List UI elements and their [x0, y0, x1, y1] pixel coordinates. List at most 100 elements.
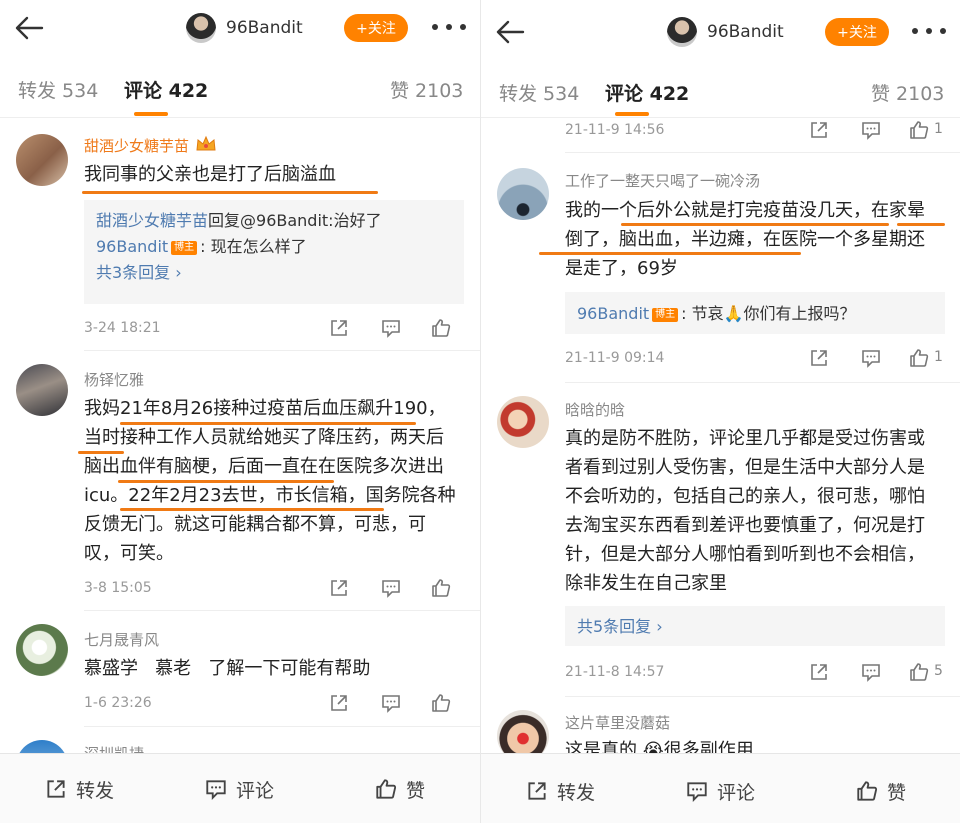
reply-box[interactable]: 甜酒少女糖芋苗回复@96Bandit:治好了 96Bandit 博主: 现在怎么样… [84, 200, 464, 304]
comment-actions: 1 [808, 347, 943, 371]
tab-active-indicator [615, 112, 649, 116]
comment-button[interactable]: 评论 [204, 776, 274, 802]
comment-time: 3-8 15:05 [84, 580, 152, 596]
chevron-right-icon: › [175, 263, 182, 282]
comment-actions [328, 692, 462, 716]
reply-author[interactable]: 96Bandit [577, 304, 649, 323]
poster-avatar[interactable] [667, 17, 697, 47]
poster-info[interactable]: 96Bandit [667, 16, 784, 48]
like-count: 5 [934, 663, 943, 679]
reply-author[interactable]: 96Bandit [96, 237, 168, 256]
highlight-underline [621, 223, 889, 226]
back-arrow-icon[interactable] [493, 14, 529, 50]
like-icon[interactable] [908, 661, 930, 683]
comment-icon[interactable] [860, 661, 882, 683]
bottom-action-bar: 转发 评论 赞 [481, 753, 960, 823]
bottom-action-bar: 转发 评论 赞 [0, 753, 480, 823]
comment-actions: 1 [808, 119, 943, 143]
share-icon[interactable] [328, 317, 350, 339]
like-icon[interactable] [908, 119, 930, 141]
more-dots-icon[interactable] [432, 20, 466, 34]
divider [84, 726, 480, 727]
comment-icon[interactable] [380, 317, 402, 339]
reply-author[interactable]: 甜酒少女糖芋苗 [96, 211, 208, 230]
follow-button[interactable]: +关注 [344, 14, 408, 42]
top-bar: 96Bandit +关注 [481, 0, 960, 58]
tab-bar: 转发 534 评论 422 赞 2103 [0, 62, 480, 118]
comment-author[interactable]: 七月晟青风 [84, 629, 159, 650]
like-button[interactable]: 赞 [374, 776, 425, 802]
repost-button[interactable]: 转发 [525, 778, 595, 804]
divider [565, 696, 960, 697]
more-replies-link[interactable]: 共5条回复 › [577, 617, 663, 636]
share-icon [528, 782, 546, 800]
comment-text: 慕盛学 慕老 了解一下可能有帮助 [84, 658, 371, 679]
tab-repost[interactable]: 转发 534 [18, 76, 98, 103]
share-icon[interactable] [328, 577, 350, 599]
repost-button[interactable]: 转发 [44, 776, 114, 802]
comment-list: 甜酒少女糖芋苗 我同事的父亲也是打了后脑溢血 甜酒少女糖芋苗回复@96Bandi… [0, 118, 480, 753]
tab-active-indicator [134, 112, 168, 116]
comment-author[interactable]: 杨铎忆雅 [84, 369, 144, 390]
divider [84, 350, 480, 351]
comment-author[interactable]: 晗晗的晗 [565, 399, 625, 420]
share-icon[interactable] [808, 661, 830, 683]
like-button[interactable]: 赞 [855, 778, 906, 804]
tab-bar: 转发 534 评论 422 赞 2103 [481, 62, 960, 118]
avatar[interactable] [16, 134, 68, 186]
tab-like[interactable]: 赞 2103 [871, 79, 944, 106]
comment-actions [328, 577, 462, 601]
right-screenshot: 96Bandit +关注 转发 534 评论 422 赞 2103 21-11-… [480, 0, 960, 823]
avatar[interactable] [16, 364, 68, 416]
tab-comment[interactable]: 评论 422 [605, 79, 689, 106]
like-icon[interactable] [908, 347, 930, 369]
comment-button[interactable]: 评论 [685, 778, 755, 804]
share-icon[interactable] [808, 347, 830, 369]
more-replies-link[interactable]: 共3条回复 › [96, 260, 452, 286]
avatar[interactable] [16, 740, 68, 753]
like-icon [376, 779, 397, 799]
like-icon[interactable] [430, 577, 452, 599]
tab-comment[interactable]: 评论 422 [124, 76, 208, 103]
avatar[interactable] [16, 624, 68, 676]
comment-author[interactable]: 甜酒少女糖芋苗 [84, 135, 217, 156]
share-icon [47, 780, 65, 798]
like-icon[interactable] [430, 317, 452, 339]
comment-author[interactable]: 工作了一整天只喝了一碗冷汤 [565, 170, 760, 191]
poster-username[interactable]: 96Bandit [707, 22, 784, 42]
tab-like[interactable]: 赞 2103 [390, 76, 463, 103]
comment-text: 我同事的父亲也是打了后脑溢血 [84, 164, 336, 185]
share-icon[interactable] [808, 119, 830, 141]
comment-icon[interactable] [860, 119, 882, 141]
blogger-badge: 博主 [171, 241, 198, 255]
reply-box[interactable]: 96Bandit 博主: 节哀🙏你们有上报吗？ [565, 292, 945, 334]
avatar[interactable] [497, 168, 549, 220]
blogger-badge: 博主 [652, 308, 679, 322]
avatar[interactable] [497, 396, 549, 448]
comment-text: 真的是防不胜防，评论里几乎都是受过伤害或者看到过别人受伤害，但是生活中大部分人是… [565, 428, 925, 594]
more-dots-icon[interactable] [912, 24, 946, 38]
comment-icon[interactable] [860, 347, 882, 369]
poster-info[interactable]: 96Bandit [186, 12, 303, 44]
comment-author[interactable]: 深圳凯捷 [84, 743, 144, 753]
like-icon[interactable] [430, 692, 452, 714]
back-arrow-icon[interactable] [12, 10, 48, 46]
poster-avatar[interactable] [186, 13, 216, 43]
reply-line: 96Bandit 博主: 现在怎么样了 [96, 237, 307, 256]
follow-button[interactable]: +关注 [825, 18, 889, 46]
reply-box[interactable]: 共5条回复 › [565, 606, 945, 646]
tab-repost[interactable]: 转发 534 [499, 79, 579, 106]
comment-text: 我的一个后外公就是打完疫苗没几天，在家晕倒了，脑出血，半边瘫，在医院一个多星期还… [565, 200, 925, 279]
comment-icon[interactable] [380, 692, 402, 714]
share-icon[interactable] [328, 692, 350, 714]
comment-actions: 5 [808, 661, 943, 685]
comment-actions [328, 317, 462, 341]
comment-icon[interactable] [380, 577, 402, 599]
highlight-underline [118, 480, 334, 483]
poster-username[interactable]: 96Bandit [226, 18, 303, 38]
highlight-underline [120, 422, 416, 425]
like-count: 1 [934, 121, 943, 137]
comment-author[interactable]: 这片草里没蘑菇 [565, 712, 670, 733]
top-bar: 96Bandit +关注 [0, 0, 480, 58]
avatar[interactable] [497, 710, 549, 753]
